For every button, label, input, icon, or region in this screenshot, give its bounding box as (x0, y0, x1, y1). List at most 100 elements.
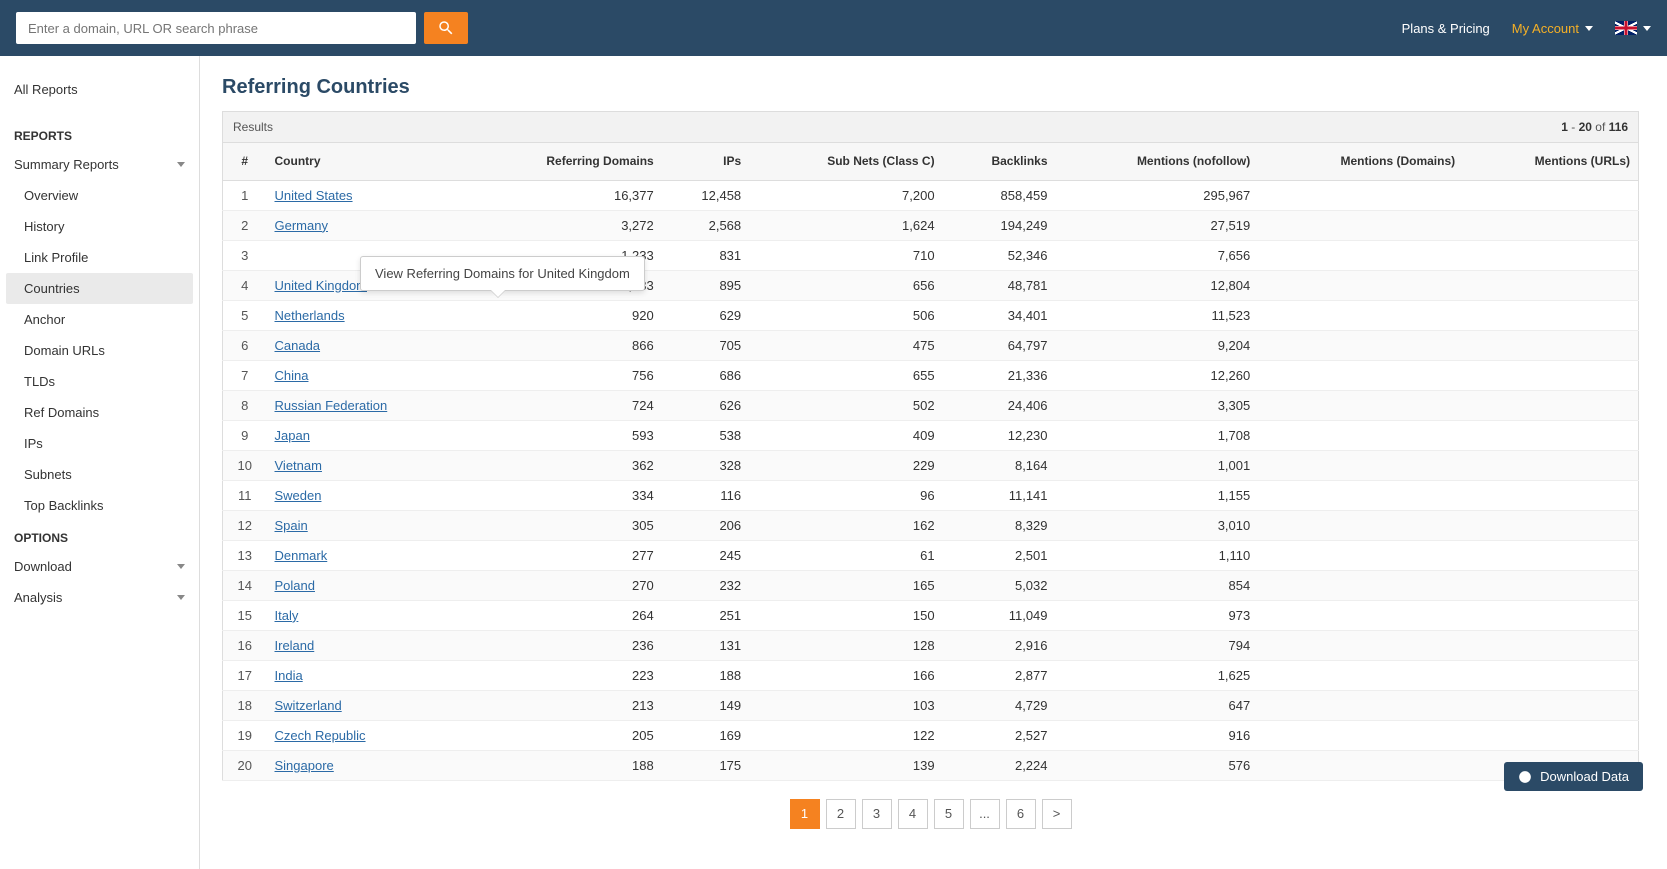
cell-bl: 2,501 (943, 540, 1056, 570)
cell-sn: 103 (749, 690, 942, 720)
sidebar-item-top-backlinks[interactable]: Top Backlinks (0, 490, 199, 521)
table-row: 10Vietnam3623282298,1641,001 (223, 450, 1639, 480)
cell-sn: 162 (749, 510, 942, 540)
cell-mu (1463, 360, 1638, 390)
cell-md (1258, 750, 1463, 780)
country-link: Russian Federation (267, 390, 469, 420)
country-link: India (267, 660, 469, 690)
country-link: Denmark (267, 540, 469, 570)
pager: 12345...6> (222, 799, 1639, 829)
sidebar-summary-reports[interactable]: Summary Reports (0, 149, 199, 180)
results-bar: Results 1 - 20 of 116 (222, 111, 1639, 142)
table-row: 12Spain3052061628,3293,010 (223, 510, 1639, 540)
table-row: 18Switzerland2131491034,729647 (223, 690, 1639, 720)
cell-mu (1463, 330, 1638, 360)
cell-md (1258, 630, 1463, 660)
pager-page-4[interactable]: 4 (898, 799, 928, 829)
sidebar-item-countries[interactable]: Countries (6, 273, 193, 304)
country-link: Italy (267, 600, 469, 630)
country-link[interactable]: Singapore (275, 758, 334, 773)
country-link[interactable]: Switzerland (275, 698, 342, 713)
cell-ips: 149 (662, 690, 749, 720)
pager-page-3[interactable]: 3 (862, 799, 892, 829)
col-subnets[interactable]: Sub Nets (Class C) (749, 143, 942, 181)
col-country[interactable]: Country (267, 143, 469, 181)
col-mentions-domains[interactable]: Mentions (Domains) (1258, 143, 1463, 181)
cell-sn: 409 (749, 420, 942, 450)
country-link[interactable]: United States (275, 188, 353, 203)
pager-page-6[interactable]: 6 (1006, 799, 1036, 829)
cell-mu (1463, 570, 1638, 600)
table-row: 7China75668665521,33612,260 (223, 360, 1639, 390)
country-link[interactable]: China (275, 368, 309, 383)
col-num[interactable]: # (223, 143, 267, 181)
cell-sn: 710 (749, 240, 942, 270)
country-link[interactable]: United Kingdom (275, 278, 368, 293)
country-link[interactable]: Ireland (275, 638, 315, 653)
my-account-menu[interactable]: My Account (1512, 21, 1593, 36)
row-num: 14 (223, 570, 267, 600)
cell-md (1258, 330, 1463, 360)
row-num: 12 (223, 510, 267, 540)
cell-md (1258, 360, 1463, 390)
country-link[interactable]: Canada (275, 338, 321, 353)
country-link[interactable]: Spain (275, 518, 308, 533)
sidebar-item-ips[interactable]: IPs (0, 428, 199, 459)
country-link[interactable]: Japan (275, 428, 310, 443)
cell-md (1258, 570, 1463, 600)
row-num: 7 (223, 360, 267, 390)
country-link[interactable]: Sweden (275, 488, 322, 503)
country-link[interactable]: India (275, 668, 303, 683)
sidebar-item-ref-domains[interactable]: Ref Domains (0, 397, 199, 428)
cell-sn: 1,624 (749, 210, 942, 240)
country-link[interactable]: Italy (275, 608, 299, 623)
cell-mu (1463, 180, 1638, 210)
country-link[interactable]: Russian Federation (275, 398, 388, 413)
col-mentions-urls[interactable]: Mentions (URLs) (1463, 143, 1638, 181)
col-backlinks[interactable]: Backlinks (943, 143, 1056, 181)
all-reports-link[interactable]: All Reports (0, 74, 199, 119)
sidebar-analysis[interactable]: Analysis (0, 582, 199, 613)
sidebar-item-tlds[interactable]: TLDs (0, 366, 199, 397)
sidebar-item-anchor[interactable]: Anchor (0, 304, 199, 335)
country-link[interactable]: Denmark (275, 548, 328, 563)
sidebar-download[interactable]: Download (0, 551, 199, 582)
sidebar-item-overview[interactable]: Overview (0, 180, 199, 211)
country-link[interactable]: Poland (275, 578, 315, 593)
sidebar-item-history[interactable]: History (0, 211, 199, 242)
sidebar-item-link-profile[interactable]: Link Profile (0, 242, 199, 273)
search-button[interactable] (424, 12, 468, 44)
download-data-button[interactable]: Download Data (1504, 762, 1643, 791)
sidebar-item-subnets[interactable]: Subnets (0, 459, 199, 490)
cell-mu (1463, 300, 1638, 330)
country-link[interactable]: Germany (275, 218, 328, 233)
cell-bl: 24,406 (943, 390, 1056, 420)
pager-next[interactable]: > (1042, 799, 1072, 829)
plans-pricing-link[interactable]: Plans & Pricing (1402, 21, 1490, 36)
cell-mnf: 3,305 (1056, 390, 1259, 420)
pager-page-2[interactable]: 2 (826, 799, 856, 829)
cell-sn: 166 (749, 660, 942, 690)
search-input[interactable] (16, 12, 416, 44)
cell-mnf: 647 (1056, 690, 1259, 720)
my-account-label: My Account (1512, 21, 1579, 36)
country-link[interactable]: Vietnam (275, 458, 322, 473)
country-link[interactable]: Netherlands (275, 308, 345, 323)
country-link: Netherlands (267, 300, 469, 330)
col-ips[interactable]: IPs (662, 143, 749, 181)
pager-page-1[interactable]: 1 (790, 799, 820, 829)
cell-mu (1463, 210, 1638, 240)
language-selector[interactable] (1615, 21, 1651, 35)
sidebar-item-domain-urls[interactable]: Domain URLs (0, 335, 199, 366)
pager-page-5[interactable]: 5 (934, 799, 964, 829)
results-range: 1 - 20 of 116 (1561, 120, 1628, 134)
col-mentions-nofollow[interactable]: Mentions (nofollow) (1056, 143, 1259, 181)
col-ref-domains[interactable]: Referring Domains (468, 143, 661, 181)
row-num: 11 (223, 480, 267, 510)
cell-bl: 11,049 (943, 600, 1056, 630)
cell-md (1258, 690, 1463, 720)
cell-rd: 593 (468, 420, 661, 450)
country-link[interactable]: Czech Republic (275, 728, 366, 743)
cell-bl: 858,459 (943, 180, 1056, 210)
cell-mu (1463, 630, 1638, 660)
